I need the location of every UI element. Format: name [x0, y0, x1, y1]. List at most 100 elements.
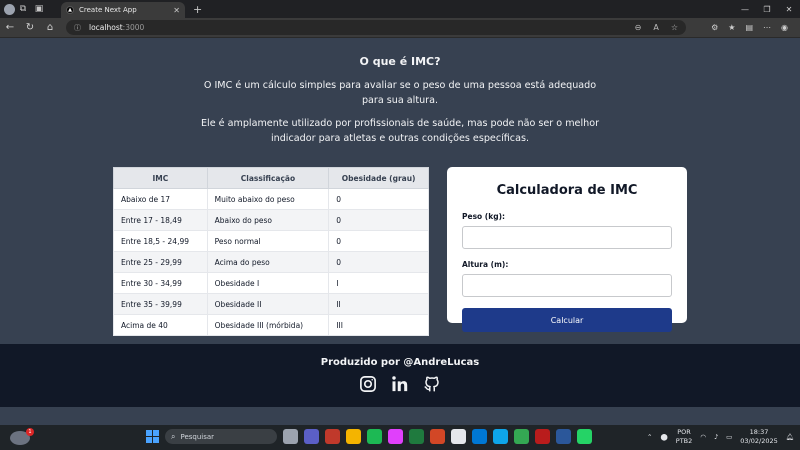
- clock[interactable]: 18:37 03/02/2025: [740, 428, 777, 446]
- github-icon[interactable]: [423, 375, 441, 393]
- mcafee-icon[interactable]: [325, 429, 340, 444]
- clock-time: 18:37: [749, 428, 769, 436]
- table-cell: II: [328, 293, 429, 315]
- table-cell: Abaixo do peso: [206, 209, 330, 231]
- start-menu-icon[interactable]: [146, 430, 159, 443]
- calculator-title: Calculadora de IMC: [496, 183, 638, 198]
- language-indicator[interactable]: POR PTB2: [676, 428, 693, 446]
- column-header-imc: IMC: [113, 167, 208, 189]
- table-cell: Entre 30 - 34,99: [113, 272, 208, 294]
- table-cell: I: [328, 272, 429, 294]
- clock-date: 03/02/2025: [740, 437, 778, 445]
- collections-icon[interactable]: ▤: [745, 23, 753, 32]
- whatsapp-icon[interactable]: [577, 429, 592, 444]
- social-links: [0, 375, 800, 393]
- store-icon[interactable]: [451, 429, 466, 444]
- restore-icon[interactable]: ❐: [756, 5, 778, 14]
- table-cell: III: [328, 314, 429, 336]
- copilot-icon[interactable]: ◉: [781, 23, 788, 32]
- tab-actions-icon[interactable]: ▣: [31, 0, 47, 18]
- browser-address-bar: ← ↻ ⌂ ⓘ localhost :3000 ⊖ A ☆ ⚙ ★ ▤ ⋯ ◉: [0, 18, 800, 38]
- browser-tab[interactable]: ▲ Create Next App ✕: [61, 2, 185, 18]
- table-cell: Obesidade II: [206, 293, 330, 315]
- table-cell: 0: [328, 230, 429, 252]
- imc-calculator-card: Calculadora de IMC Peso (kg): Altura (m)…: [447, 167, 687, 332]
- copilot-app-icon[interactable]: [388, 429, 403, 444]
- weight-input[interactable]: [462, 226, 672, 249]
- new-tab-icon[interactable]: +: [193, 3, 202, 16]
- chrome-icon[interactable]: [514, 429, 529, 444]
- page-bottom-space: [0, 407, 800, 425]
- search-label: Pesquisar: [180, 432, 215, 441]
- teams-icon[interactable]: [304, 429, 319, 444]
- site-info-icon[interactable]: ⓘ: [74, 23, 81, 33]
- table-row: Entre 17 - 18,49 Abaixo do peso 0: [113, 209, 429, 231]
- footer-credit: Produzido por @AndreLucas: [320, 357, 480, 368]
- height-input[interactable]: [462, 274, 672, 297]
- workspaces-icon[interactable]: ⧉: [15, 0, 31, 18]
- file-explorer-icon[interactable]: [346, 429, 361, 444]
- back-icon[interactable]: ←: [0, 22, 20, 33]
- taskbar-search[interactable]: ⌕ Pesquisar: [165, 429, 277, 444]
- media-player-icon[interactable]: [367, 429, 382, 444]
- close-tab-icon[interactable]: ✕: [173, 6, 180, 15]
- instagram-icon[interactable]: [359, 375, 377, 393]
- table-cell: 0: [328, 251, 429, 273]
- browser-tab-bar: ⧉ ▣ ▲ Create Next App ✕ + — ❐ ✕: [0, 0, 800, 18]
- vscode-icon[interactable]: [472, 429, 487, 444]
- volume-icon[interactable]: ♪: [714, 433, 718, 441]
- table-cell: Obesidade I: [206, 272, 330, 294]
- profile-avatar[interactable]: [4, 3, 15, 15]
- acrobat-icon[interactable]: [535, 429, 550, 444]
- task-view-icon[interactable]: [283, 429, 298, 444]
- weight-label: Peso (kg):: [462, 212, 506, 221]
- zoom-icon[interactable]: ⊖: [635, 23, 642, 32]
- refresh-icon[interactable]: ↻: [20, 22, 40, 33]
- table-cell: 0: [328, 209, 429, 231]
- table-row: Abaixo de 17 Muito abaixo do peso 0: [113, 188, 429, 210]
- table-header-row: IMC Classificação Obesidade (grau): [113, 167, 429, 189]
- battery-icon[interactable]: ▭: [726, 433, 732, 441]
- window-controls: — ❐ ✕: [734, 5, 800, 14]
- favorite-star-icon[interactable]: ☆: [671, 23, 678, 32]
- favorites-icon[interactable]: ★: [728, 23, 735, 32]
- table-cell: Entre 18,5 - 24,99: [113, 230, 208, 252]
- more-options-icon[interactable]: ⋯: [763, 23, 771, 32]
- intro-section: O que é IMC? O IMC é um cálculo simples …: [200, 55, 600, 154]
- url-host: localhost: [89, 23, 123, 32]
- table-cell: 0: [328, 188, 429, 210]
- language-code: POR: [677, 428, 691, 436]
- notifications-bell-icon[interactable]: 🔔︎: [786, 433, 794, 441]
- system-tray: ⌃ ⬤ POR PTB2 ◠ ♪ ▭ 18:37 03/02/2025 🔔︎: [647, 428, 794, 446]
- table-cell: Acima de 40: [113, 314, 208, 336]
- url-field[interactable]: ⓘ localhost :3000 ⊖ A ☆: [66, 20, 686, 35]
- table-cell: Obesidade III (mórbida): [206, 314, 330, 336]
- calculate-button[interactable]: Calcular: [462, 308, 672, 332]
- table-cell: Entre 25 - 29,99: [113, 251, 208, 273]
- powerpoint-icon[interactable]: [430, 429, 445, 444]
- extensions-icon[interactable]: ⚙: [711, 23, 718, 32]
- os-taskbar: 1 ⌕ Pesquisar ⌃ ⬤ POR PTB2 ◠ ♪ ▭ 18:37 0…: [0, 425, 800, 450]
- table-row: Entre 30 - 34,99 Obesidade I I: [113, 272, 429, 294]
- page-main: O que é IMC? O IMC é um cálculo simples …: [0, 39, 800, 344]
- table-cell: Abaixo de 17: [113, 188, 208, 210]
- table-row: Acima de 40 Obesidade III (mórbida) III: [113, 314, 429, 336]
- table-row: Entre 25 - 29,99 Acima do peso 0: [113, 251, 429, 273]
- minimize-icon[interactable]: —: [734, 5, 756, 14]
- excel-icon[interactable]: [409, 429, 424, 444]
- close-window-icon[interactable]: ✕: [778, 5, 800, 14]
- home-icon[interactable]: ⌂: [40, 22, 60, 33]
- wifi-icon[interactable]: ◠: [700, 433, 706, 441]
- page-footer: Produzido por @AndreLucas: [0, 344, 800, 407]
- height-label: Altura (m):: [462, 260, 509, 269]
- linkedin-icon[interactable]: [391, 375, 409, 393]
- read-aloud-icon[interactable]: A: [653, 23, 658, 32]
- word-icon[interactable]: [556, 429, 571, 444]
- notification-badge: 1: [26, 427, 34, 436]
- chevron-up-icon[interactable]: ⌃: [647, 433, 652, 441]
- weather-widget-icon[interactable]: 1: [10, 427, 34, 445]
- antivirus-tray-icon[interactable]: ⬤: [661, 433, 668, 441]
- table-cell: Entre 17 - 18,49: [113, 209, 208, 231]
- table-row: Entre 35 - 39,99 Obesidade II II: [113, 293, 429, 315]
- edge-icon[interactable]: [493, 429, 508, 444]
